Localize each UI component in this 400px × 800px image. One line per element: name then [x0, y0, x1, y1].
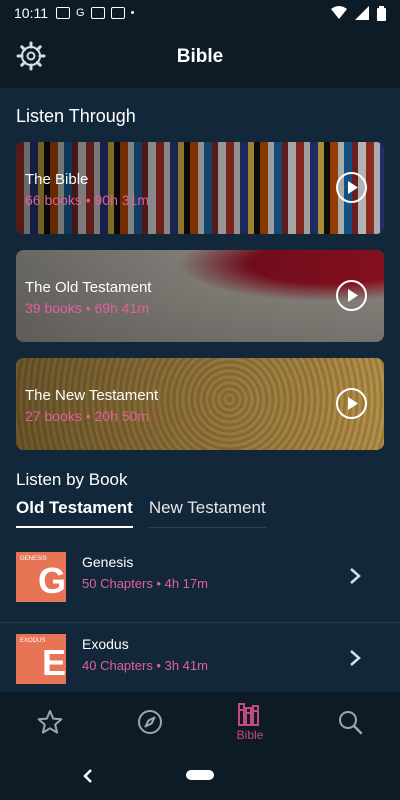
notification-icons: G •	[56, 7, 134, 19]
nav-search[interactable]	[310, 694, 390, 750]
play-icon	[347, 397, 358, 410]
testament-tabs: Old Testament New Testament	[16, 498, 266, 528]
system-nav-bar	[0, 752, 400, 800]
list-item[interactable]: GENESIS G Genesis 50 Chapters • 4h 17m	[0, 542, 400, 623]
gear-icon[interactable]	[16, 41, 46, 71]
card-subtitle: 39 books • 69h 41m	[25, 300, 149, 316]
main-content[interactable]: Listen Through The Bible 66 books • 90h …	[0, 88, 400, 692]
card-overlay	[16, 358, 384, 450]
play-button[interactable]	[336, 172, 367, 203]
nav-explore[interactable]	[110, 694, 190, 750]
card-subtitle: 66 books • 90h 31m	[25, 192, 149, 208]
card-title: The New Testament	[25, 387, 159, 404]
page-title: Bible	[176, 46, 224, 67]
nav-bible-label: Bible	[236, 728, 264, 742]
book-subtitle: 50 Chapters • 4h 17m	[82, 576, 208, 591]
status-time: 10:11	[14, 5, 48, 21]
cover-letter: G	[37, 560, 66, 601]
status-bar: 10:11 G •	[0, 0, 400, 26]
card-title: The Bible	[25, 171, 89, 188]
play-icon	[347, 181, 358, 194]
back-icon[interactable]	[80, 766, 96, 786]
tab-old-testament[interactable]: Old Testament	[16, 498, 133, 528]
card-old-testament[interactable]: The Old Testament 39 books • 69h 41m	[16, 250, 384, 342]
cover-letter: E	[41, 642, 66, 683]
search-icon	[339, 711, 363, 735]
app-icon	[90, 7, 105, 19]
tab-new-testament[interactable]: New Testament	[148, 498, 266, 528]
listen-through-title: Listen Through	[16, 106, 136, 126]
wifi-icon	[331, 6, 347, 19]
play-button[interactable]	[336, 280, 367, 311]
books-icon	[238, 703, 259, 726]
card-title: The Old Testament	[25, 279, 152, 296]
battery-icon	[377, 5, 386, 21]
chevron-right-icon	[350, 568, 361, 584]
play-icon	[347, 289, 358, 302]
card-subtitle: 27 books • 20h 50m	[25, 408, 149, 424]
star-icon	[37, 710, 63, 734]
dot-icon: •	[130, 7, 135, 19]
book-cover: GENESIS G	[16, 552, 66, 602]
book-cover: EXODUS E	[16, 634, 66, 684]
list-item[interactable]: EXODUS E Exodus 40 Chapters • 3h 41m	[0, 624, 400, 692]
compass-icon	[138, 710, 162, 734]
signal-icon	[355, 6, 369, 20]
chevron-right-icon	[350, 650, 361, 666]
listen-by-book-title: Listen by Book	[16, 470, 128, 489]
card-overlay	[16, 250, 384, 342]
photo-icon	[56, 7, 70, 19]
bottom-nav: Bible	[0, 692, 400, 752]
nav-favorites[interactable]	[10, 694, 90, 750]
book-title: Genesis	[82, 554, 134, 570]
card-the-bible[interactable]: The Bible 66 books • 90h 31m	[16, 142, 384, 234]
home-button[interactable]	[186, 770, 214, 780]
book-subtitle: 40 Chapters • 3h 41m	[82, 658, 208, 673]
mail-icon	[110, 7, 125, 19]
card-new-testament[interactable]: The New Testament 27 books • 20h 50m	[16, 358, 384, 450]
app-header: Bible	[0, 26, 400, 88]
google-icon: G	[76, 7, 85, 19]
play-button[interactable]	[336, 388, 367, 419]
nav-bible[interactable]: Bible	[210, 694, 290, 750]
book-title: Exodus	[82, 636, 129, 652]
card-overlay	[16, 142, 384, 234]
